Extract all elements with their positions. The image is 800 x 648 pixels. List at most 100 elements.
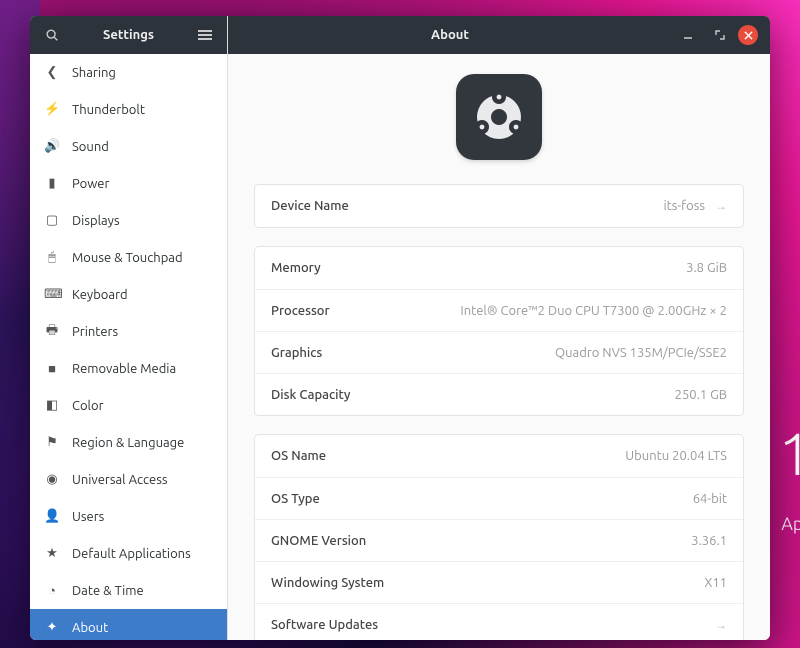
sidebar-item-label: Keyboard (72, 288, 128, 302)
os-type-value: 64-bit (693, 492, 727, 506)
main-panel: About (228, 16, 770, 640)
disk-row: Disk Capacity 250.1 GB (255, 373, 743, 415)
sidebar-item-label: Sound (72, 140, 109, 154)
access-icon: ◉ (44, 472, 60, 487)
sidebar-item-label: Power (72, 177, 109, 191)
sidebar-item-printers[interactable]: 🖶 Printers (30, 313, 227, 350)
windowing-system-row: Windowing System X11 (255, 561, 743, 603)
distro-logo (456, 74, 542, 160)
sidebar-item-label: Printers (72, 325, 118, 339)
minimize-icon (683, 30, 693, 40)
sidebar-item-label: Color (72, 399, 104, 413)
sidebar-item-power[interactable]: ▮ Power (30, 165, 227, 202)
sidebar-item-label: About (72, 621, 108, 635)
display-icon: ▢ (44, 213, 60, 228)
chevron-right-icon: → (715, 618, 727, 632)
color-icon: ◧ (44, 398, 60, 413)
window-close-button[interactable] (738, 25, 758, 45)
window-maximize-button[interactable] (706, 21, 734, 49)
search-button[interactable] (38, 21, 66, 49)
sidebar-item-thunderbolt[interactable]: ⚡ Thunderbolt (30, 91, 227, 128)
sidebar-item-label: Mouse & Touchpad (72, 251, 183, 265)
window-minimize-button[interactable] (674, 21, 702, 49)
software-updates-row[interactable]: Software Updates → (255, 603, 743, 640)
hamburger-icon (198, 30, 212, 40)
keyboard-icon: ⌨ (44, 287, 60, 302)
processor-value: Intel® Core™2 Duo CPU T7300 @ 2.00GHz × … (460, 304, 727, 318)
hamburger-menu-button[interactable] (191, 21, 219, 49)
os-name-value: Ubuntu 20.04 LTS (625, 449, 727, 463)
sidebar-headerbar: Settings (30, 16, 227, 54)
mouse-icon: 🖱 (44, 250, 60, 265)
maximize-icon (714, 29, 726, 41)
graphics-row: Graphics Quadro NVS 135M/PCIe/SSE2 (255, 331, 743, 373)
sidebar-item-label: Displays (72, 214, 120, 228)
about-content: Device Name its-foss → Memory 3.8 GiB Pr… (228, 54, 770, 640)
settings-sidebar: Settings ❮ Sharing ⚡ Thunderbolt 🔊 Sound ▮ Powe… (30, 16, 228, 640)
wallpaper-date: Apr (781, 514, 800, 534)
search-icon (45, 28, 59, 42)
disk-value: 250.1 GB (675, 388, 727, 402)
media-icon: ■ (44, 361, 60, 376)
sidebar-item-label: Removable Media (72, 362, 176, 376)
hardware-group: Memory 3.8 GiB Processor Intel® Core™2 D… (254, 246, 744, 416)
sidebar-title: Settings (68, 28, 189, 42)
os-type-label: OS Type (271, 492, 320, 506)
sidebar-item-date-time[interactable]: ◔ Date & Time (30, 572, 227, 609)
bolt-icon: ⚡ (44, 102, 60, 117)
memory-row: Memory 3.8 GiB (255, 247, 743, 289)
printer-icon: 🖶 (44, 321, 60, 343)
sidebar-item-label: Default Applications (72, 547, 191, 561)
device-name-group: Device Name its-foss → (254, 184, 744, 228)
software-updates-label: Software Updates (271, 618, 378, 632)
page-title: About (228, 28, 672, 42)
os-type-row: OS Type 64-bit (255, 477, 743, 519)
sidebar-item-keyboard[interactable]: ⌨ Keyboard (30, 276, 227, 313)
sidebar-item-default-applications[interactable]: ★ Default Applications (30, 535, 227, 572)
sidebar-item-region-language[interactable]: ⚑Region & Language (30, 424, 227, 461)
gnome-version-row: GNOME Version 3.36.1 (255, 519, 743, 561)
sidebar-item-displays[interactable]: ▢ Displays (30, 202, 227, 239)
memory-label: Memory (271, 261, 321, 275)
windowing-system-value: X11 (704, 576, 727, 590)
region-icon: ⚑ (44, 435, 60, 450)
sidebar-item-sound[interactable]: 🔊 Sound (30, 128, 227, 165)
sidebar-item-mouse-touchpad[interactable]: 🖱 Mouse & Touchpad (30, 239, 227, 276)
sidebar-list: ❮ Sharing ⚡ Thunderbolt 🔊 Sound ▮ Power ▢ Display… (30, 54, 227, 640)
sidebar-item-label: Sharing (72, 66, 116, 80)
sidebar-item-color[interactable]: ◧ Color (30, 387, 227, 424)
software-group: OS Name Ubuntu 20.04 LTS OS Type 64-bit … (254, 434, 744, 640)
clock-icon: ◔ (44, 583, 60, 598)
power-icon: ▮ (44, 176, 60, 191)
sidebar-item-label: Universal Access (72, 473, 167, 487)
sound-icon: 🔊 (44, 139, 60, 154)
gnome-version-label: GNOME Version (271, 534, 366, 548)
main-headerbar: About (228, 16, 770, 54)
plus-icon: ✦ (44, 620, 60, 635)
chevron-right-icon: → (715, 199, 727, 213)
ubuntu-budgie-icon (469, 87, 529, 147)
sidebar-item-users[interactable]: 👤Users (30, 498, 227, 535)
close-icon (744, 31, 753, 40)
sidebar-item-about[interactable]: ✦ About (30, 609, 227, 640)
sidebar-item-label: Users (72, 510, 104, 524)
sidebar-item-removable-media[interactable]: ■ Removable Media (30, 350, 227, 387)
processor-row: Processor Intel® Core™2 Duo CPU T7300 @ … (255, 289, 743, 331)
graphics-value: Quadro NVS 135M/PCIe/SSE2 (555, 346, 727, 360)
os-name-label: OS Name (271, 449, 326, 463)
disk-label: Disk Capacity (271, 388, 350, 402)
processor-label: Processor (271, 304, 330, 318)
graphics-label: Graphics (271, 346, 322, 360)
sidebar-item-label: Thunderbolt (72, 103, 145, 117)
wallpaper-clock: 1 (778, 420, 800, 487)
device-name-row[interactable]: Device Name its-foss → (255, 185, 743, 227)
device-name-value: its-foss (663, 199, 705, 213)
sidebar-item-universal-access[interactable]: ◉ Universal Access (30, 461, 227, 498)
share-icon: ❮ (44, 65, 60, 80)
sidebar-item-label: Date & Time (72, 584, 144, 598)
sidebar-item-sharing[interactable]: ❮ Sharing (30, 54, 227, 91)
windowing-system-label: Windowing System (271, 576, 384, 590)
star-icon: ★ (44, 546, 60, 561)
os-name-row: OS Name Ubuntu 20.04 LTS (255, 435, 743, 477)
gnome-version-value: 3.36.1 (691, 534, 727, 548)
